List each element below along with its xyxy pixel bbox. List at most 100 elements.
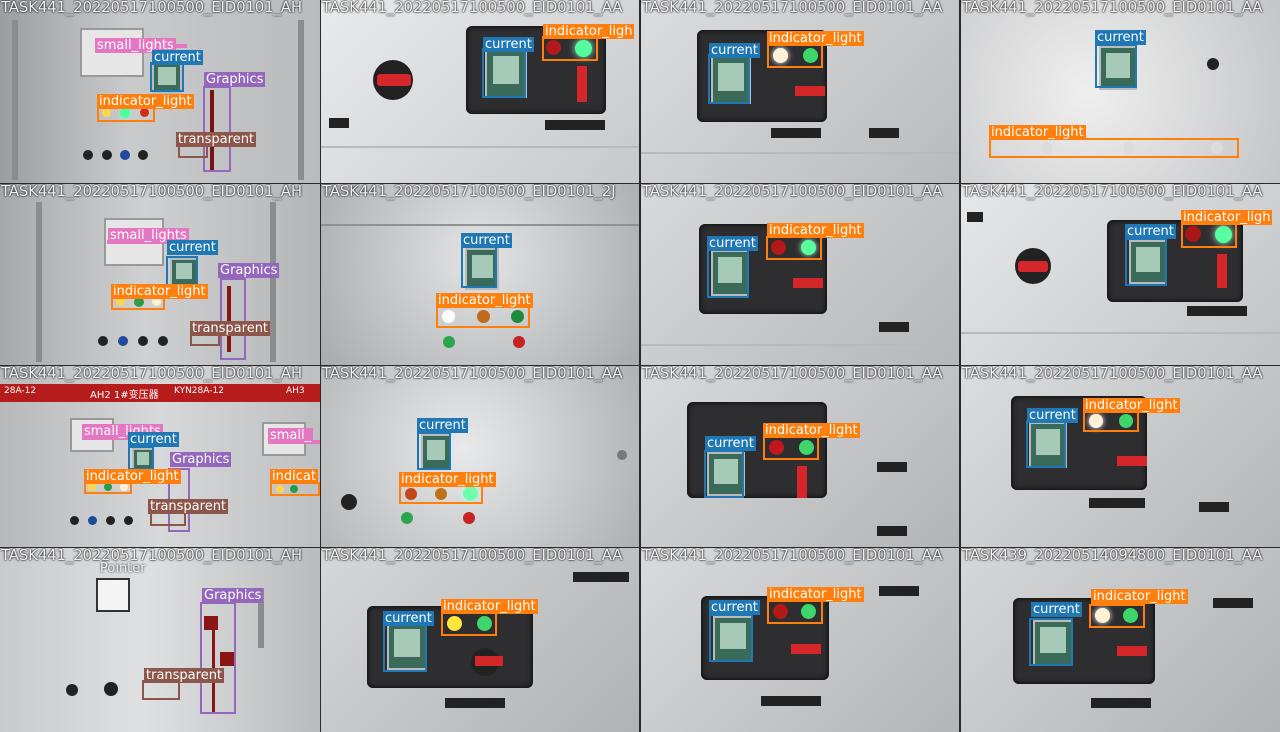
cabinet-banner xyxy=(0,384,320,402)
label-current: current xyxy=(1095,30,1146,45)
tile-filename: TASK441_20220517100500_EID0101_AH xyxy=(1,184,302,200)
label-current: current xyxy=(383,611,434,626)
label-indicator-light: indicator_light xyxy=(989,125,1086,140)
bbox-current xyxy=(150,62,184,92)
tile-filename: TASK441_20220517100500_EID0101_2J xyxy=(322,184,616,200)
bbox-indicator-light xyxy=(1089,604,1145,628)
bbox-indicator-light xyxy=(767,44,823,68)
nameplate xyxy=(877,526,907,536)
tile-2-2: TASK441_20220517100500_EID0101_AA curren… xyxy=(641,366,959,547)
tile-filename: TASK441_20220517100500_EID0101_AA xyxy=(642,184,943,200)
label-transparent: transparent xyxy=(144,668,225,683)
door-rail xyxy=(298,20,304,180)
tile-filename: TASK441_20220517100500_EID0101_AH xyxy=(1,548,302,564)
knob xyxy=(124,516,133,525)
bbox-indicator-light xyxy=(441,612,497,636)
bbox-current xyxy=(482,48,526,98)
tile-0-1: TASK441_20220517100500_EID0101_AA curren… xyxy=(321,0,639,183)
bbox-current xyxy=(1029,618,1073,666)
label-current: current xyxy=(417,418,468,433)
banner-title: AH2 1#变压器 xyxy=(90,390,159,401)
label-current: current xyxy=(709,600,760,615)
nameplate xyxy=(573,572,629,582)
banner-left: 28A-12 xyxy=(4,386,37,396)
label-indicator-light: indicator_light xyxy=(1083,398,1180,413)
nameplate xyxy=(761,696,821,706)
switch-handle xyxy=(1018,261,1048,272)
knob xyxy=(158,336,168,346)
tile-filename: TASK439_20220514094800_EID0101_AA xyxy=(962,548,1263,564)
push-button xyxy=(443,336,455,348)
switch-handle xyxy=(791,644,821,654)
tile-filename: TASK441_20220517100500_EID0101_AA xyxy=(322,548,623,564)
tile-filename: TASK441_20220517100500_EID0101_AA xyxy=(962,0,1263,16)
label-indicator-light: indicator_ligh xyxy=(1181,210,1273,225)
label-current: current xyxy=(709,43,760,58)
knob xyxy=(138,150,148,160)
tile-2-1: TASK441_20220517100500_EID0101_AA curren… xyxy=(321,366,639,547)
push-button xyxy=(401,512,413,524)
panel-stripe xyxy=(321,224,639,226)
nameplate xyxy=(545,120,605,130)
nameplate xyxy=(445,698,505,708)
nameplate xyxy=(1187,306,1247,316)
knob xyxy=(88,516,97,525)
door-rail xyxy=(12,20,18,180)
nameplate xyxy=(1199,502,1229,512)
label-current: current xyxy=(707,236,758,251)
label-current: current xyxy=(1027,408,1078,423)
push-button xyxy=(463,512,475,524)
switch-handle xyxy=(1117,456,1147,466)
nameplate xyxy=(877,462,907,472)
tile-1-0: TASK441_20220517100500_EID0101_AH small_… xyxy=(0,184,320,365)
label-graphics: Graphics xyxy=(204,72,266,87)
nameplate xyxy=(879,322,909,332)
tile-3-2: TASK441_20220517100500_EID0101_AA curren… xyxy=(641,548,959,732)
tile-filename: TASK441_20220517100500_EID0101_AA xyxy=(642,548,943,564)
bbox-indicator-light xyxy=(436,306,530,328)
label-current: current xyxy=(152,50,203,65)
tile-3-1: TASK441_20220517100500_EID0101_AA curren… xyxy=(321,548,639,732)
bbox-indicator-light xyxy=(542,36,598,61)
label-graphics: Graphics xyxy=(218,263,280,278)
bbox-indicator-light xyxy=(766,236,822,260)
bbox-current xyxy=(1125,238,1167,286)
label-current: current xyxy=(128,432,179,447)
panel-stripe xyxy=(321,146,639,148)
label-indicator-light: indicator_light xyxy=(763,423,860,438)
bbox-current xyxy=(1026,420,1066,468)
label-current: current xyxy=(1125,224,1176,239)
label-transparent: transparent xyxy=(190,321,271,336)
tile-filename: TASK441_20220517100500_EID0101_AH xyxy=(1,0,302,16)
bbox-current xyxy=(707,248,749,298)
tile-1-1: TASK441_20220517100500_EID0101_2J curren… xyxy=(321,184,639,365)
label-indicator-light: indicator_light xyxy=(399,472,496,487)
tile-filename: TASK441_20220517100500_EID0101_AH xyxy=(1,366,302,382)
tile-filename: TASK441_20220517100500_EID0101_AA xyxy=(962,366,1263,382)
knob xyxy=(617,450,627,460)
bbox-indicator-light xyxy=(1083,410,1139,432)
tile-0-2: TASK441_20220517100500_EID0101_AA curren… xyxy=(641,0,959,183)
door-rail xyxy=(270,202,276,362)
tile-filename: TASK441_20220517100500_EID0101_AA xyxy=(642,366,943,382)
tile-1-3: TASK441_20220517100500_EID0101_AA curren… xyxy=(961,184,1280,365)
switch-handle xyxy=(797,466,807,498)
knob xyxy=(118,336,128,346)
bbox-graphics xyxy=(203,86,231,172)
tile-1-2: TASK441_20220517100500_EID0101_AA curren… xyxy=(641,184,959,365)
switch-handle xyxy=(1117,646,1147,656)
push-button xyxy=(513,336,525,348)
nameplate xyxy=(869,128,899,138)
panel-stripe xyxy=(961,332,1280,334)
switch-handle xyxy=(475,656,503,666)
tile-filename: TASK441_20220517100500_EID0101_AA xyxy=(322,366,623,382)
panel-stripe xyxy=(641,152,959,154)
switch-handle xyxy=(795,86,825,96)
nameplate xyxy=(879,586,919,596)
bbox-indicator-light xyxy=(767,600,823,624)
label-current: current xyxy=(461,233,512,248)
label-graphics: Graphics xyxy=(202,588,264,603)
label-indicator-light: indicator_light xyxy=(111,284,208,299)
nameplate xyxy=(771,128,821,138)
label-current: current xyxy=(483,37,534,52)
